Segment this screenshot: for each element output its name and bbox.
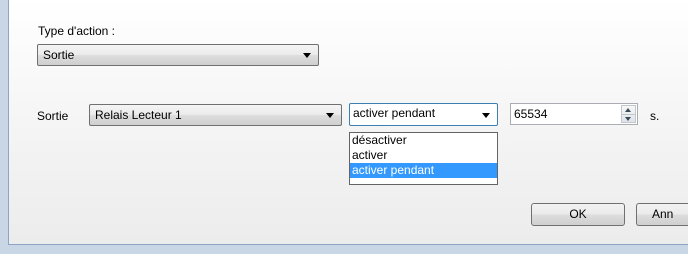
mode-select[interactable]: activer pendant	[349, 103, 498, 126]
mode-select-value: activer pendant	[353, 106, 436, 120]
cancel-button[interactable]: Ann	[636, 203, 688, 226]
mode-option-activate[interactable]: activer	[350, 148, 497, 163]
mode-option-activate-during[interactable]: activer pendant	[350, 163, 497, 178]
window-frame-bottom	[0, 245, 688, 254]
spinner-divider	[622, 114, 635, 115]
spin-down-icon[interactable]	[625, 117, 631, 121]
unit-label: s.	[650, 109, 660, 123]
ok-button[interactable]: OK	[531, 203, 625, 226]
duration-spinner[interactable]: 65534	[510, 103, 638, 125]
chevron-down-icon	[482, 113, 490, 118]
output-label: Sortie	[37, 109, 69, 123]
spin-up-icon[interactable]	[625, 108, 631, 112]
chevron-down-icon	[303, 53, 311, 58]
window-frame-left	[0, 0, 8, 254]
mode-option-deactivate[interactable]: désactiver	[350, 133, 497, 148]
action-type-value: Sortie	[43, 48, 75, 62]
spinner-buttons	[621, 105, 636, 123]
duration-value: 65534	[514, 107, 548, 121]
relay-select[interactable]: Relais Lecteur 1	[89, 104, 342, 126]
chevron-down-icon	[326, 113, 334, 118]
action-type-select[interactable]: Sortie	[37, 44, 319, 66]
mode-dropdown-list: désactiver activer activer pendant	[349, 132, 498, 185]
relay-select-value: Relais Lecteur 1	[95, 108, 182, 122]
action-type-label: Type d'action :	[38, 24, 116, 38]
